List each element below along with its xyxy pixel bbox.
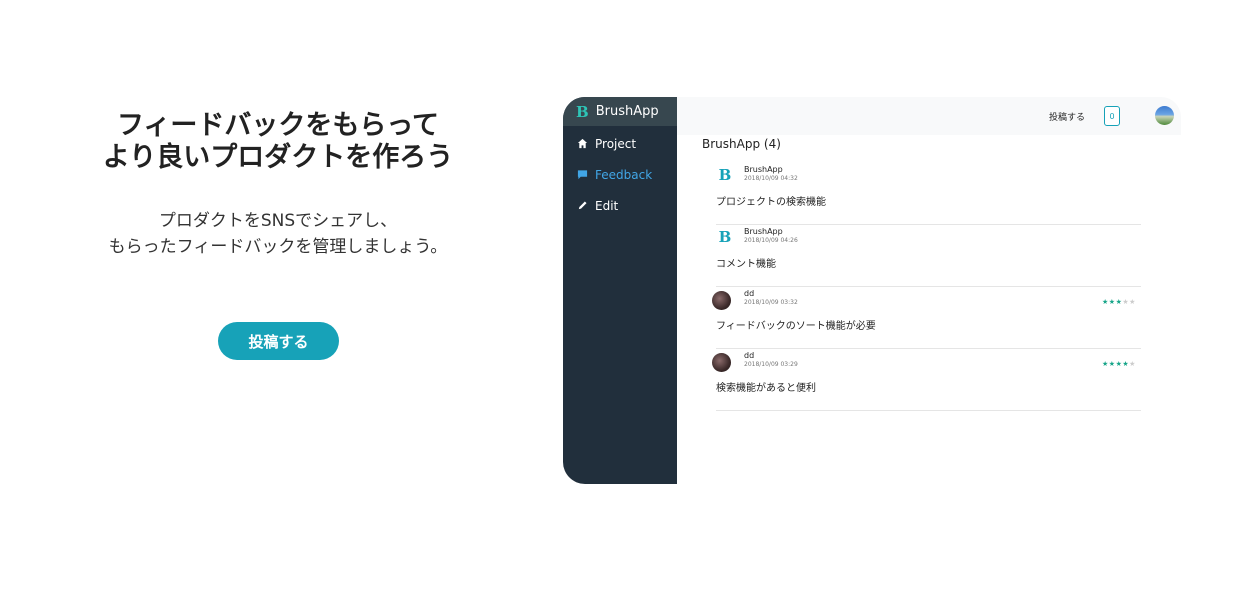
hero-subtitle-line-2: もらったフィードバックを管理しましょう。 [108,237,448,257]
sidebar: B BrushApp Project Feedback Edit [563,97,677,484]
sidebar-item-label: Feedback [595,167,653,182]
feedback-list: B BrushApp 2018/10/09 04:32 プロジェクトの検索機能 … [712,163,1141,411]
feedback-content: BrushApp (4) B BrushApp 2018/10/09 04:32… [677,135,1181,484]
sidebar-item-label: Edit [595,198,619,213]
feedback-author: dd [744,351,755,360]
star-filled-icon: ★ [1102,360,1109,368]
hero-title-line-1: フィードバックをもらって [116,110,440,141]
feedback-text: 検索機能があると便利 [716,383,816,394]
sidebar-item-project[interactable]: Project [563,128,677,159]
feedback-date: 2018/10/09 04:32 [744,175,798,182]
feedback-author: dd [744,289,755,298]
feedback-item[interactable]: B BrushApp 2018/10/09 04:32 プロジェクトの検索機能 [716,163,1141,225]
feedback-date: 2018/10/09 03:29 [744,361,798,368]
sidebar-item-edit[interactable]: Edit [563,190,677,221]
feedback-date: 2018/10/09 04:26 [744,237,798,244]
project-feedback-title: BrushApp (4) [702,137,781,151]
brand-logo-icon: B [718,166,732,184]
user-avatar [712,353,731,372]
star-rating: ★★★★★ [1102,298,1136,306]
star-filled-icon: ★ [1108,298,1116,306]
topbar-post-link[interactable]: 投稿する [1049,110,1085,123]
comment-icon [577,169,588,180]
sidebar-nav: Project Feedback Edit [563,126,677,221]
home-icon [577,138,588,149]
hero-subtitle-line-1: プロダクトをSNSでシェアし、 [158,211,398,231]
hero-title: フィードバックをもらって より良いプロダクトを作ろう [20,110,536,174]
feedback-item[interactable]: dd 2018/10/09 03:29 ★★★★★ 検索機能があると便利 [712,349,1141,411]
pencil-icon [577,200,588,211]
app-preview: B BrushApp Project Feedback Edit 投稿する 0 … [563,97,1181,484]
topbar: 投稿する 0 [677,97,1181,135]
sidebar-item-feedback[interactable]: Feedback [563,159,677,190]
sidebar-item-label: Project [595,136,637,151]
user-avatar[interactable] [1155,106,1174,125]
feedback-text: コメント機能 [716,259,776,270]
star-empty-icon: ★ [1129,298,1136,306]
feedback-author: BrushApp [744,227,783,236]
feedback-date: 2018/10/09 03:32 [744,299,798,306]
feedback-item[interactable]: B BrushApp 2018/10/09 04:26 コメント機能 [716,225,1141,287]
feedback-text: フィードバックのソート機能が必要 [716,321,876,332]
feedback-text: プロジェクトの検索機能 [716,197,826,208]
hero-section: フィードバックをもらって より良いプロダクトを作ろう プロダクトをSNSでシェア… [0,0,556,600]
star-filled-icon: ★ [1108,360,1116,368]
star-empty-icon: ★ [1129,360,1136,368]
feedback-author: BrushApp [744,165,783,174]
star-filled-icon: ★ [1102,298,1109,306]
notification-count-badge[interactable]: 0 [1104,106,1120,126]
feedback-item[interactable]: dd 2018/10/09 03:32 ★★★★★ フィードバックのソート機能が… [712,287,1141,349]
hero-subtitle: プロダクトをSNSでシェアし、 もらったフィードバックを管理しましょう。 [20,208,536,260]
brand-name: BrushApp [595,104,659,119]
post-button[interactable]: 投稿する [218,322,339,360]
brand[interactable]: B BrushApp [563,97,677,126]
star-rating: ★★★★★ [1102,360,1136,368]
hero-title-line-2: より良いプロダクトを作ろう [102,142,454,173]
brand-logo-icon: B [576,102,589,121]
brand-logo-icon: B [718,228,732,246]
user-avatar [712,291,731,310]
